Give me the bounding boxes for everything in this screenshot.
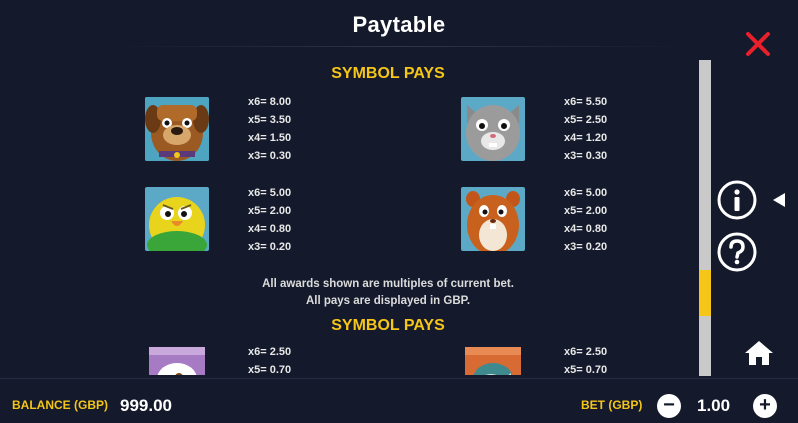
odds-line: x5= 2.00 [248, 205, 292, 217]
scrollbar-track[interactable] [699, 60, 711, 376]
odds-line: x6= 8.00 [248, 96, 292, 108]
odds-line: x4= 1.50 [248, 132, 292, 144]
odds-line: x3= 0.30 [564, 150, 608, 162]
bet-label: BET (GBP) [581, 398, 643, 412]
hamster-symbol [461, 187, 525, 251]
odds-line: x3= 0.20 [564, 241, 608, 253]
close-icon[interactable] [744, 30, 772, 58]
odds-line: x4= 0.80 [564, 223, 608, 235]
footer-divider [0, 378, 798, 379]
odds-line: x5= 0.70 [564, 364, 608, 375]
odds-line: x3= 0.20 [248, 241, 292, 253]
section-title-2: SYMBOL PAYS [331, 317, 445, 334]
fish-bag-odds: x6= 2.50 x5= 0.70 [564, 343, 607, 375]
food-bag-odds: x6= 2.50 x5= 0.70 [248, 343, 291, 375]
info-icon[interactable] [717, 180, 757, 220]
odds-line: x6= 5.50 [564, 96, 608, 108]
bet-decrease-button[interactable]: − [657, 394, 681, 418]
cat-odds: x6= 5.50 x5= 2.50 x4= 1.20 x3= 0.30 [564, 93, 607, 165]
arrow-left-icon [773, 193, 785, 207]
bet-increase-button[interactable]: + [753, 394, 777, 418]
odds-line: x3= 0.30 [248, 150, 292, 162]
section-title: SYMBOL PAYS [331, 65, 445, 82]
paytable-screen: Paytable SYMBOL PAYS x6= 8.00 x5= 3.50 x… [0, 0, 798, 423]
hamster-odds: x6= 5.00 x5= 2.00 x4= 0.80 x3= 0.20 [564, 184, 607, 256]
odds-line: x5= 2.00 [564, 205, 608, 217]
page-title: Paytable [352, 12, 446, 37]
scrollbar-thumb[interactable] [699, 270, 711, 316]
home-icon[interactable] [744, 340, 774, 366]
awards-note: All awards shown are multiples of curren… [0, 276, 692, 310]
note-line: All awards shown are multiples of curren… [262, 278, 514, 290]
odds-line: x6= 5.00 [564, 187, 608, 199]
bet-value: 1.00 [697, 396, 731, 415]
bird-odds: x6= 5.00 x5= 2.00 x4= 0.80 x3= 0.20 [248, 184, 291, 256]
balance-label: BALANCE (GBP) [12, 398, 108, 412]
odds-line: x5= 0.70 [248, 364, 292, 375]
cat-symbol [461, 97, 525, 161]
odds-line: x5= 2.50 [564, 114, 608, 126]
dog-odds: x6= 8.00 x5= 3.50 x4= 1.50 x3= 0.30 [248, 93, 291, 165]
fish-bag-symbol [461, 345, 525, 375]
odds-line: x6= 2.50 [564, 346, 608, 358]
balance-value: 999.00 [120, 396, 172, 415]
note-line: All pays are displayed in GBP. [305, 295, 471, 307]
food-bag-symbol [145, 345, 209, 375]
odds-line: x4= 1.20 [564, 132, 608, 144]
help-icon[interactable] [717, 232, 757, 272]
paytable-content[interactable]: SYMBOL PAYS x6= 8.00 x5= 3.50 x4= 1.50 x… [0, 47, 692, 375]
odds-line: x6= 2.50 [248, 346, 292, 358]
dog-symbol [145, 97, 209, 161]
odds-line: x5= 3.50 [248, 114, 292, 126]
odds-line: x4= 0.80 [248, 223, 292, 235]
odds-line: x6= 5.00 [248, 187, 292, 199]
bird-symbol [145, 187, 209, 251]
